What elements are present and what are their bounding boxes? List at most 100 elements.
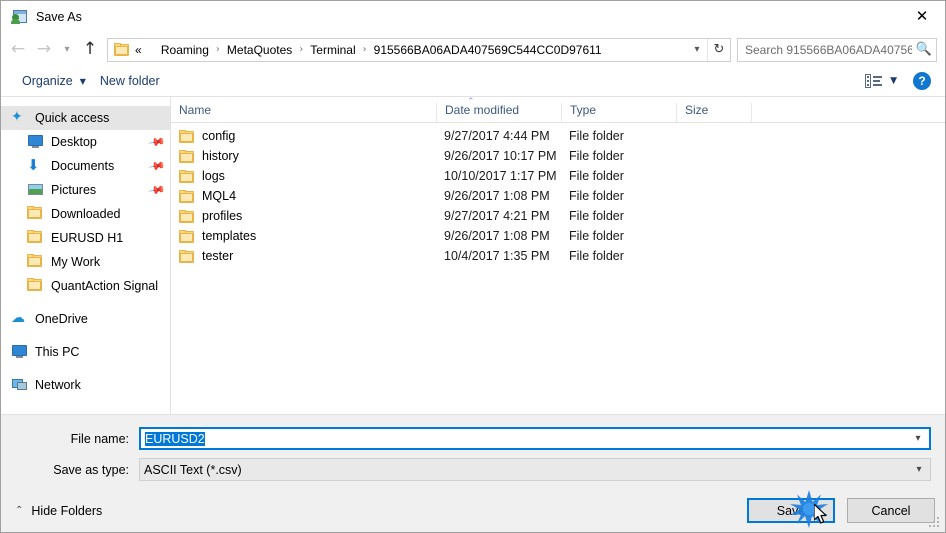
file-name-cell: config <box>171 129 436 143</box>
sidebar-item-quantaction-signal[interactable]: QuantAction Signal <box>1 274 170 298</box>
help-button[interactable]: ? <box>913 72 931 90</box>
sidebar-item-eurusd-h1[interactable]: EURUSD H1 <box>1 226 170 250</box>
pin-icon: 📌 <box>147 156 167 176</box>
file-name-value-wrap: EURUSD2 <box>141 431 907 446</box>
table-row[interactable]: profiles 9/27/2017 4:21 PM File folder <box>171 206 945 226</box>
navigation-pane: ✦ Quick access Desktop 📌 ⬇ Documents 📌 P… <box>1 97 171 414</box>
window-title: Save As <box>36 10 82 24</box>
file-name-text: config <box>202 129 236 143</box>
monitor-icon <box>27 134 45 150</box>
network-icon <box>11 377 29 393</box>
sidebar-item-documents[interactable]: ⬇ Documents 📌 <box>1 154 170 178</box>
cancel-button-label: Cancel <box>871 503 911 518</box>
folder-icon <box>179 189 194 203</box>
file-name-value: EURUSD2 <box>145 431 205 446</box>
file-name-label: File name: <box>70 431 129 446</box>
file-name-row: File name: EURUSD2 ▾ <box>15 427 931 450</box>
breadcrumb-separator: › <box>215 44 220 55</box>
address-bar[interactable]: « Roaming › MetaQuotes › Terminal › 9155… <box>107 37 731 62</box>
table-row[interactable]: templates 9/26/2017 1:08 PM File folder <box>171 226 945 246</box>
search-input[interactable]: Search 915566BA06ADA40756... <box>738 43 912 57</box>
view-options-icon[interactable] <box>865 74 883 88</box>
table-row[interactable]: MQL4 9/26/2017 1:08 PM File folder <box>171 186 945 206</box>
save-as-type-row: Save as type: ASCII Text (*.csv) ▾ <box>15 458 931 481</box>
file-name-text: logs <box>202 169 225 183</box>
file-name-cell: MQL4 <box>171 189 436 203</box>
new-folder-button[interactable]: New folder <box>93 70 167 92</box>
save-button[interactable]: Save <box>747 498 835 523</box>
sidebar-item-my-work[interactable]: My Work <box>1 250 170 274</box>
recent-locations-button[interactable]: ▾ <box>57 37 77 63</box>
sidebar-item-pictures[interactable]: Pictures 📌 <box>1 178 170 202</box>
file-date-cell: 10/4/2017 1:35 PM <box>444 249 550 263</box>
file-name-text: MQL4 <box>202 189 237 203</box>
breadcrumb-item-terminal-id[interactable]: 915566BA06ADA407569C544CC0D97611 <box>373 43 603 57</box>
arrow-up-icon: ↑ <box>82 39 98 59</box>
file-name-cell: tester <box>171 249 436 263</box>
file-date-cell: 9/27/2017 4:44 PM <box>444 129 550 143</box>
folder-icon <box>27 230 45 246</box>
refresh-button[interactable]: ↻ <box>707 38 730 61</box>
navigation-bar: ← → ▾ ↑ « Roaming › MetaQuotes › Termina… <box>1 33 945 66</box>
folder-icon <box>27 254 45 270</box>
folder-icon <box>179 129 194 143</box>
address-dropdown-button[interactable]: ▾ <box>687 39 707 61</box>
save-as-type-select[interactable]: ASCII Text (*.csv) ▾ <box>139 458 931 481</box>
sidebar-item-downloaded[interactable]: Downloaded <box>1 202 170 226</box>
download-icon: ⬇ <box>27 156 40 174</box>
sidebar-item-onedrive[interactable]: ☁ OneDrive <box>1 307 170 331</box>
back-button[interactable]: ← <box>5 37 31 63</box>
sidebar-item-network[interactable]: Network <box>1 373 170 397</box>
sidebar-item-label: EURUSD H1 <box>51 231 124 245</box>
cancel-button[interactable]: Cancel <box>847 498 935 523</box>
file-name-input[interactable]: EURUSD2 ▾ <box>139 427 931 450</box>
sidebar-item-label: My Work <box>51 255 101 269</box>
table-row[interactable]: logs 10/10/2017 1:17 PM File folder <box>171 166 945 186</box>
save-as-type-dropdown-button[interactable]: ▾ <box>908 464 930 475</box>
sidebar-item-this-pc[interactable]: This PC <box>1 340 170 364</box>
folder-icon <box>27 206 45 222</box>
search-box[interactable]: Search 915566BA06ADA40756... 🔍 <box>737 37 937 62</box>
breadcrumb-item-roaming[interactable]: Roaming <box>160 43 210 57</box>
organize-label: Organize <box>22 74 73 88</box>
sidebar-item-label: OneDrive <box>35 312 88 326</box>
chevron-down-icon: ▼ <box>79 76 86 86</box>
file-type-cell: File folder <box>569 129 624 143</box>
column-header-size[interactable]: Size <box>676 103 751 122</box>
breadcrumb-item-terminal[interactable]: Terminal <box>309 43 356 57</box>
sidebar-item-label: QuantAction Signal <box>51 279 159 293</box>
column-header-type[interactable]: Type <box>561 103 676 122</box>
file-name-text: history <box>202 149 239 163</box>
save-as-dialog: Save As ✕ ← → ▾ ↑ « Roaming › MetaQuotes… <box>0 0 946 533</box>
view-dropdown-button[interactable]: ▼ <box>890 76 897 86</box>
file-name-text: templates <box>202 229 257 243</box>
forward-button[interactable]: → <box>31 37 57 63</box>
dialog-body: ✦ Quick access Desktop 📌 ⬇ Documents 📌 P… <box>1 97 945 414</box>
column-header-date-modified[interactable]: Date modified <box>436 103 561 122</box>
organize-button[interactable]: Organize ▼ <box>15 70 93 92</box>
sidebar-item-desktop[interactable]: Desktop 📌 <box>1 130 170 154</box>
breadcrumb-item-metaquotes[interactable]: MetaQuotes <box>226 43 293 57</box>
new-folder-label: New folder <box>99 74 160 88</box>
sidebar-item-quick-access[interactable]: ✦ Quick access <box>1 106 170 130</box>
table-row[interactable]: history 9/26/2017 10:17 PM File folder <box>171 146 945 166</box>
column-header-filler <box>751 103 945 122</box>
table-row[interactable]: tester 10/4/2017 1:35 PM File folder <box>171 246 945 266</box>
table-row[interactable]: config 9/27/2017 4:44 PM File folder <box>171 126 945 146</box>
picture-icon <box>27 182 45 198</box>
save-as-icon <box>11 9 28 26</box>
folder-icon <box>179 229 194 243</box>
arrow-right-icon: → <box>36 39 52 59</box>
file-rows: config 9/27/2017 4:44 PM File folder his… <box>171 123 945 414</box>
hide-folders-button[interactable]: ⌃ Hide Folders <box>15 504 102 518</box>
up-button[interactable]: ↑ <box>77 37 103 63</box>
monitor-icon <box>11 344 29 360</box>
save-as-type-label: Save as type: <box>53 462 129 477</box>
file-date-cell: 9/26/2017 1:08 PM <box>444 229 550 243</box>
breadcrumb: « Roaming › MetaQuotes › Terminal › 9155… <box>135 43 687 57</box>
column-header-name[interactable]: Name <box>171 103 436 122</box>
close-button[interactable]: ✕ <box>899 1 945 32</box>
star-icon: ✦ <box>11 109 23 125</box>
resize-grip[interactable] <box>929 517 941 529</box>
file-name-dropdown-button[interactable]: ▾ <box>907 433 929 444</box>
